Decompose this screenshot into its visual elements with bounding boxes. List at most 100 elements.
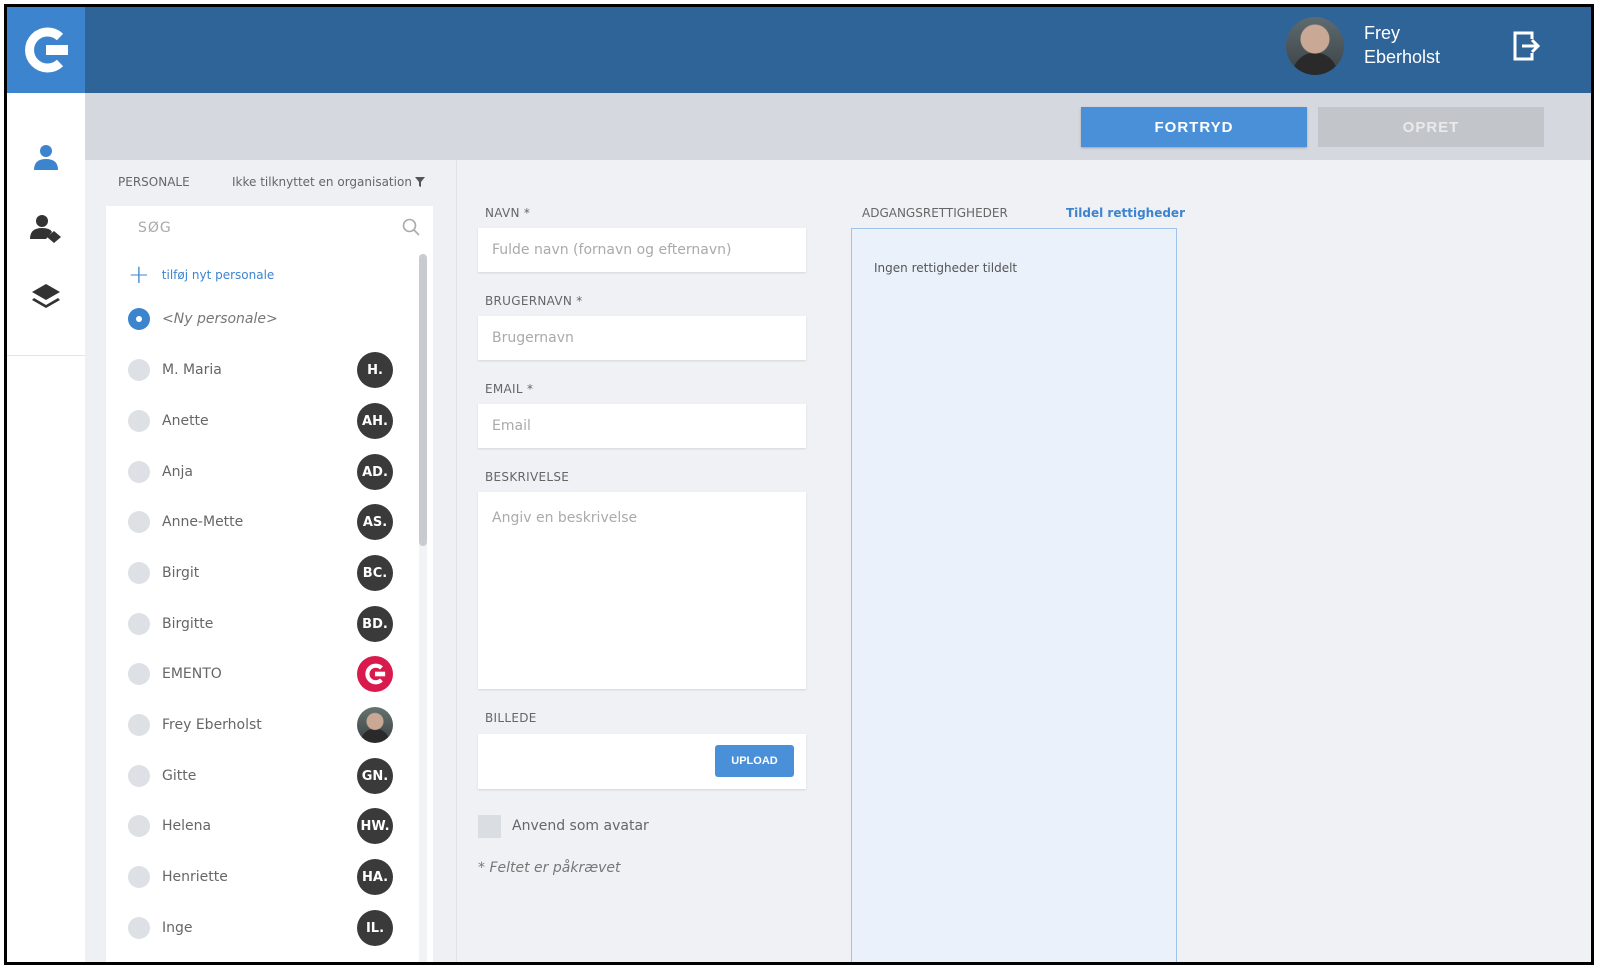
list-item[interactable]: Anja AD. bbox=[106, 452, 406, 492]
list-item[interactable]: M. Maria H. bbox=[106, 350, 406, 390]
list-item-label: Gitte bbox=[162, 768, 197, 784]
list-item[interactable]: Gitte GN. bbox=[106, 756, 406, 796]
username-label: BRUGERNAVN * bbox=[485, 294, 583, 308]
list-item-label: Helena bbox=[162, 818, 212, 834]
list-item[interactable]: Birgit BC. bbox=[106, 553, 406, 593]
description-field-box bbox=[478, 492, 806, 689]
radio[interactable] bbox=[128, 410, 150, 432]
list-item[interactable]: Helena HW. bbox=[106, 806, 406, 846]
initials-avatar: HA. bbox=[357, 859, 393, 895]
search-icon[interactable] bbox=[402, 218, 420, 236]
list-scrollbar[interactable] bbox=[419, 254, 427, 962]
username-field[interactable] bbox=[478, 316, 806, 360]
name-field[interactable] bbox=[478, 228, 806, 272]
initials-avatar: H. bbox=[357, 352, 393, 388]
description-label: BESKRIVELSE bbox=[485, 470, 570, 484]
user-avatar[interactable] bbox=[1286, 17, 1344, 75]
required-note: * Feltet er påkrævet bbox=[478, 860, 621, 876]
nav-item-roles[interactable] bbox=[26, 211, 66, 247]
list-item-label: <Ny personale> bbox=[162, 311, 278, 327]
avatar-checkbox-label[interactable]: Anvend som avatar bbox=[512, 818, 649, 834]
name-field-box bbox=[478, 228, 806, 272]
initials-avatar: BD. bbox=[357, 606, 393, 642]
logout-icon[interactable] bbox=[1512, 29, 1540, 63]
create-button[interactable]: OPRET bbox=[1318, 107, 1544, 147]
radio[interactable] bbox=[128, 613, 150, 635]
search-box bbox=[106, 206, 433, 250]
action-bar: FORTRYD OPRET bbox=[85, 93, 1591, 160]
list-item-label: Anne-Mette bbox=[162, 514, 244, 530]
radio[interactable] bbox=[128, 765, 150, 787]
radio[interactable] bbox=[128, 461, 150, 483]
list-item-label: M. Maria bbox=[162, 362, 222, 378]
user-first-name: Frey bbox=[1364, 23, 1400, 43]
list-item-new[interactable]: <Ny personale> bbox=[106, 299, 406, 339]
radio[interactable] bbox=[128, 562, 150, 584]
email-label: EMAIL * bbox=[485, 382, 534, 396]
person-icon bbox=[34, 145, 58, 170]
organisation-filter[interactable]: Ikke tilknyttet en organisation bbox=[232, 175, 425, 189]
rights-empty-text: Ingen rettigheder tildelt bbox=[874, 261, 1018, 275]
cancel-button[interactable]: FORTRYD bbox=[1081, 107, 1307, 147]
nav-divider bbox=[7, 355, 85, 356]
app-window: Frey Eberholst FORTRYD OPRET PERSONALE I… bbox=[4, 4, 1594, 965]
initials-avatar: HW. bbox=[357, 808, 393, 844]
app-logo[interactable] bbox=[7, 7, 85, 93]
list-item[interactable]: Birgitte BD. bbox=[106, 604, 406, 644]
staff-form: NAVN * BRUGERNAVN * EMAIL * BESKRIVELSE … bbox=[457, 160, 1591, 962]
add-staff-button[interactable]: + tilføj nyt personale bbox=[128, 262, 274, 288]
list-item-label: Henriette bbox=[162, 869, 228, 885]
radio[interactable] bbox=[128, 866, 150, 888]
list-item-label: EMENTO bbox=[162, 666, 222, 682]
list-item-label: Inge bbox=[162, 920, 193, 936]
radio-selected[interactable] bbox=[128, 308, 150, 330]
list-item[interactable]: EMENTO bbox=[106, 654, 406, 694]
filter-label: Ikke tilknyttet en organisation bbox=[232, 175, 412, 189]
initials-avatar: AS. bbox=[357, 504, 393, 540]
nav-item-layers[interactable] bbox=[26, 279, 66, 315]
description-field[interactable] bbox=[478, 492, 806, 689]
radio[interactable] bbox=[128, 714, 150, 736]
initials-avatar: BC. bbox=[357, 555, 393, 591]
user-name: Frey Eberholst bbox=[1364, 21, 1440, 69]
list-item[interactable]: Inge IL. bbox=[106, 908, 406, 948]
initials-avatar: GN. bbox=[357, 758, 393, 794]
top-bar: Frey Eberholst bbox=[7, 7, 1591, 93]
upload-button[interactable]: UPLOAD bbox=[715, 745, 794, 777]
layers-icon bbox=[32, 284, 60, 308]
radio[interactable] bbox=[128, 917, 150, 939]
radio[interactable] bbox=[128, 359, 150, 381]
radio[interactable] bbox=[128, 663, 150, 685]
assign-rights-link[interactable]: Tildel rettigheder bbox=[1066, 206, 1185, 220]
rights-title: ADGANGSRETTIGHEDER bbox=[862, 206, 1008, 220]
initials-avatar: IL. bbox=[357, 910, 393, 946]
scrollbar-thumb[interactable] bbox=[419, 254, 427, 546]
staff-panel: PERSONALE Ikke tilknyttet en organisatio… bbox=[85, 160, 456, 962]
image-label: BILLEDE bbox=[485, 711, 537, 725]
avatar-checkbox[interactable] bbox=[478, 815, 501, 838]
list-item-label: Birgit bbox=[162, 565, 200, 581]
list-item-label: Birgitte bbox=[162, 616, 214, 632]
person-role-icon bbox=[30, 215, 61, 243]
nav-item-staff[interactable] bbox=[26, 139, 66, 175]
search-input[interactable] bbox=[138, 206, 388, 250]
list-item[interactable]: Anette AH. bbox=[106, 401, 406, 441]
list-item[interactable]: Frey Eberholst bbox=[106, 705, 406, 745]
list-item-label: Frey Eberholst bbox=[162, 717, 262, 733]
list-item[interactable]: Anne-Mette AS. bbox=[106, 502, 406, 542]
brand-logo-icon bbox=[365, 663, 386, 685]
radio[interactable] bbox=[128, 815, 150, 837]
image-upload-box: UPLOAD bbox=[478, 734, 806, 789]
app-logo-icon bbox=[25, 27, 68, 73]
side-nav bbox=[7, 93, 85, 962]
email-field[interactable] bbox=[478, 404, 806, 448]
user-last-name: Eberholst bbox=[1364, 47, 1441, 67]
list-item-label: Anette bbox=[162, 413, 209, 429]
name-label: NAVN * bbox=[485, 206, 531, 220]
email-field-box bbox=[478, 404, 806, 448]
list-item-label: Anja bbox=[162, 464, 193, 480]
list-item[interactable]: Henriette HA. bbox=[106, 857, 406, 897]
photo-avatar bbox=[357, 707, 393, 743]
radio[interactable] bbox=[128, 511, 150, 533]
staff-list: + tilføj nyt personale <Ny personale> M.… bbox=[106, 250, 433, 962]
